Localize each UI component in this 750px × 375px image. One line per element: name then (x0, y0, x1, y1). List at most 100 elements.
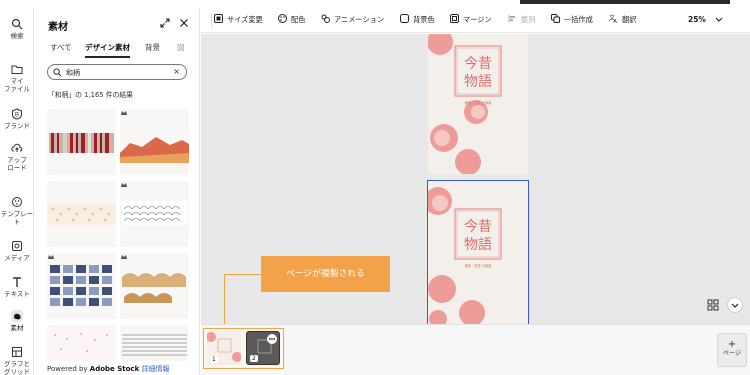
toolbar-divider (211, 13, 212, 27)
grid-view-icon[interactable] (706, 298, 720, 312)
page-title-line2: 物語 (464, 74, 492, 90)
toolbar-label: 整列 (521, 15, 536, 24)
animation-icon (321, 14, 330, 23)
pattern-preview (120, 253, 189, 319)
elements-icon (11, 310, 23, 322)
result-tile[interactable] (120, 325, 189, 361)
bulk-create-icon (551, 14, 560, 23)
result-tile[interactable] (47, 181, 116, 247)
annotation-callout: ページが複製される (261, 256, 390, 292)
add-page-button[interactable]: + ページ (717, 333, 747, 367)
page-title-line1: 今昔 (464, 219, 492, 235)
expand-icon[interactable] (160, 18, 170, 28)
panel-tabs: すべて デザイン素材 背景 図 (46, 42, 196, 58)
margin-icon (450, 14, 459, 23)
close-icon[interactable] (179, 18, 189, 28)
pattern-preview (120, 181, 189, 247)
tab-background[interactable]: 背景 (145, 42, 160, 58)
powered-prefix: Powered by (47, 365, 90, 373)
result-tile[interactable] (120, 109, 189, 175)
rail-item-brand[interactable]: B ブランド (0, 108, 34, 130)
rail-label: メディア (4, 254, 30, 262)
design-page-1[interactable]: 今昔 物語 著者・監督 出演者 (428, 34, 528, 174)
result-tile[interactable] (120, 253, 189, 319)
page-subtext: 著者・監督 出演者 (465, 100, 492, 105)
elements-panel: 素材 すべて デザイン素材 背景 図 和柄 × 「和柄」の 1,165 件の結果 (36, 8, 200, 375)
left-rail: 検索 マイ ファイル B ブランド アップ ロード テンプレー ト メディア テ… (0, 8, 34, 375)
top-strip (0, 0, 750, 8)
powered-brand: Adobe Stock (89, 365, 140, 373)
color-scheme-button[interactable]: 配色 (278, 14, 305, 26)
page-subtext: 著者・監督 出演者 (465, 263, 492, 268)
search-icon (53, 68, 62, 77)
rail-item-my-files[interactable]: マイ ファイル (0, 63, 34, 93)
page-title-line1: 今昔 (464, 56, 492, 72)
rail-item-chart-grid[interactable]: グラフと グリッド (0, 346, 34, 375)
pattern-preview (120, 325, 189, 361)
upload-icon (11, 143, 23, 152)
tab-design-elements[interactable]: デザイン素材 (85, 42, 130, 58)
resize-button[interactable]: サイズ変更 (214, 14, 263, 26)
animation-button[interactable]: アニメーション (321, 14, 384, 26)
more-options-icon[interactable] (267, 334, 277, 344)
translate-button[interactable]: 文 A 翻訳 (609, 14, 636, 26)
svg-text:B: B (15, 113, 19, 119)
margin-button[interactable]: マージン (450, 14, 492, 26)
page-artwork: 今昔 物語 著者・監督 出演者 (428, 181, 528, 324)
zoom-level[interactable]: 25% (688, 14, 706, 26)
pattern-preview (120, 109, 189, 175)
brand-icon: B (12, 108, 22, 120)
details-link[interactable]: 詳細情報 (141, 365, 169, 373)
rail-label: テキスト (4, 290, 30, 298)
plus-icon: + (727, 339, 737, 350)
rail-item-search[interactable]: 検索 (0, 18, 34, 40)
search-icon (11, 18, 23, 30)
result-tile[interactable] (120, 181, 189, 247)
page-thumbnail-2[interactable]: 2 (246, 331, 280, 365)
chevron-down-icon[interactable] (715, 14, 723, 24)
page-thumbnail-1[interactable]: 1 (207, 331, 241, 365)
tab-shape[interactable]: 図 (177, 42, 185, 58)
design-page-2[interactable]: 今昔 物語 著者・監督 出演者 (427, 180, 529, 324)
rail-item-media[interactable]: メディア (0, 240, 34, 262)
toolbar-label: サイズ変更 (227, 15, 263, 24)
rail-label: ブランド (4, 122, 30, 130)
background-color-icon (400, 14, 409, 23)
rail-item-text[interactable]: テキスト (0, 276, 34, 298)
tab-all[interactable]: すべて (50, 42, 72, 58)
rail-label: 素材 (10, 324, 24, 332)
toolbar-label: 背景色 (413, 15, 435, 24)
results-count: 「和柄」の 1,165 件の結果 (48, 91, 133, 99)
add-page-label: ページ (722, 350, 742, 357)
powered-by: Powered by Adobe Stock 詳細情報 (47, 364, 169, 374)
rail-label: 検索 (10, 32, 24, 40)
result-tile[interactable] (47, 253, 116, 319)
toolbar-label: 一括作成 (564, 15, 593, 24)
search-value: 和柄 (66, 69, 80, 77)
clear-search-button[interactable]: × (173, 67, 180, 76)
premium-icon (121, 183, 127, 187)
rail-item-template[interactable]: テンプレー ト (0, 196, 34, 226)
result-tile[interactable] (47, 325, 116, 361)
bulk-create-button[interactable]: 一括作成 (551, 14, 593, 26)
toolbar-label: 翻訳 (622, 15, 637, 24)
search-input[interactable]: 和柄 × (47, 64, 187, 80)
folder-icon (11, 65, 23, 74)
template-icon (12, 197, 22, 207)
background-color-button[interactable]: 背景色 (400, 14, 435, 26)
rail-item-elements[interactable]: 素材 (0, 310, 34, 332)
align-button[interactable]: 整列 (508, 14, 535, 26)
page-strip: 1 2 + ページ (201, 324, 750, 375)
media-icon (12, 241, 22, 251)
toolbar-label: 配色 (291, 15, 306, 24)
result-tile[interactable] (47, 109, 116, 175)
pattern-preview (47, 109, 116, 175)
collapse-pages-button[interactable] (727, 297, 743, 313)
premium-icon (121, 255, 127, 259)
panel-title: 素材 (48, 22, 68, 33)
pattern-preview (47, 181, 116, 247)
rail-item-upload[interactable]: アップ ロード (0, 142, 34, 172)
top-toolbar: サイズ変更 配色 アニメーション 背景色 マージン 整列 一括作成 文 A 翻訳 2… (201, 8, 750, 33)
page-number: 1 (210, 356, 218, 363)
svg-text:A: A (614, 19, 618, 23)
